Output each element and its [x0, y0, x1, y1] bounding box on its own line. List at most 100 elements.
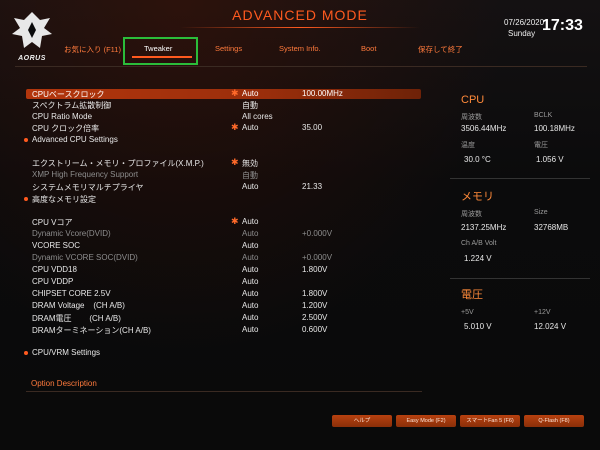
day: Sunday [508, 29, 536, 38]
panel-divider [450, 278, 590, 279]
divider [26, 391, 422, 392]
setting-label: CPU VDDP [32, 277, 74, 286]
tab-boot[interactable]: Boot [361, 44, 376, 53]
setting-label: CPU Vコア [32, 218, 73, 227]
setting-current-value: 2.500V [302, 313, 328, 322]
setting-dynamic-vcore[interactable]: Dynamic Vcore(DVID) Auto +0.000V [26, 229, 421, 239]
clock: 17:33 [542, 17, 583, 34]
setting-vcore-soc[interactable]: VCORE SOC Auto [26, 241, 421, 251]
setting-label: CPU VDD18 [32, 265, 77, 274]
setting-spread-spectrum[interactable]: スペクトラム拡散制御 自動 [26, 100, 421, 110]
setting-value: Auto [242, 217, 259, 226]
setting-label: DRAM Voltage (CH A/B) [32, 301, 125, 310]
help-button[interactable]: ヘルプ [332, 415, 392, 427]
setting-value: Auto [242, 325, 259, 334]
modified-star-icon: ✱ [231, 88, 239, 98]
setting-label: Dynamic VCORE SOC(DVID) [32, 253, 138, 262]
setting-label: Dynamic Vcore(DVID) [32, 229, 111, 238]
modified-star-icon: ✱ [231, 157, 239, 167]
setting-current-value: 1.200V [302, 301, 328, 310]
submenu-bullet-icon [24, 197, 28, 201]
date: 07/26/2020 [504, 18, 545, 27]
setting-label: DRAM電圧 (CH A/B) [32, 314, 121, 323]
setting-value: Auto [242, 313, 259, 322]
tab-system-info[interactable]: System Info. [279, 44, 321, 53]
setting-value: Auto [242, 289, 259, 298]
cpu-volt-value: 1.056 V [536, 155, 564, 164]
setting-current-value: 0.600V [302, 325, 328, 334]
setting-dram-termination[interactable]: DRAMターミネーション(CH A/B) Auto 0.600V [26, 325, 421, 335]
setting-label: VCORE SOC [32, 241, 81, 250]
submenu-advanced-cpu-settings[interactable]: Advanced CPU Settings [24, 135, 421, 145]
setting-value: 自動 [242, 171, 258, 180]
setting-cpu-vddp[interactable]: CPU VDDP Auto [26, 277, 421, 287]
setting-value: Auto [242, 89, 259, 98]
voltage-12v-label: +12V [534, 309, 551, 316]
highlight-box [123, 37, 198, 65]
cpu-volt-label: 電圧 [534, 142, 548, 149]
cpu-temp-label: 温度 [461, 142, 475, 149]
setting-label: 高度なメモリ設定 [32, 195, 96, 204]
memory-size-label: Size [534, 209, 548, 216]
memory-volt-label: Ch A/B Volt [461, 240, 497, 247]
q-flash-button[interactable]: Q-Flash (F8) [524, 415, 584, 427]
setting-chipset-core[interactable]: CHIPSET CORE 2.5V Auto 1.800V [26, 289, 421, 299]
smart-fan-button[interactable]: スマートFan 5 (F6) [460, 415, 520, 427]
setting-label: CPU Ratio Mode [32, 112, 93, 121]
setting-xmp-high-frequency[interactable]: XMP High Frequency Support 自動 [26, 170, 421, 180]
tab-settings[interactable]: Settings [215, 44, 242, 53]
cpu-section-title: CPU [461, 94, 485, 106]
setting-cpu-base-clock[interactable]: CPUベースクロック ✱ Auto 100.00MHz [26, 88, 421, 99]
setting-xmp[interactable]: エクストリーム・メモリ・プロファイル(X.M.P.) ✱ 無効 [26, 157, 421, 168]
setting-label: Advanced CPU Settings [32, 135, 118, 144]
modified-star-icon: ✱ [231, 122, 239, 132]
setting-label: XMP High Frequency Support [32, 170, 139, 179]
setting-cpu-vdd18[interactable]: CPU VDD18 Auto 1.800V [26, 265, 421, 275]
setting-value: Auto [242, 241, 259, 250]
setting-value: Auto [242, 253, 259, 262]
tab-favorites[interactable]: お気に入り (F11) [64, 44, 121, 55]
tab-save-exit[interactable]: 保存して終了 [418, 44, 463, 55]
memory-size-value: 32768MB [534, 223, 569, 232]
voltage-5v-value: 5.010 V [464, 322, 492, 331]
cpu-temp-value: 30.0 °C [464, 155, 491, 164]
setting-dynamic-vcore-soc[interactable]: Dynamic VCORE SOC(DVID) Auto +0.000V [26, 253, 421, 263]
cpu-bclk-label: BCLK [534, 112, 553, 119]
setting-current-value: 100.00MHz [302, 89, 343, 98]
memory-freq-value: 2137.25MHz [461, 223, 507, 232]
voltage-section-title: 電圧 [461, 289, 483, 301]
mode-title-underline [180, 27, 420, 28]
memory-freq-label: 周波数 [461, 211, 482, 218]
submenu-advanced-memory-settings[interactable]: 高度なメモリ設定 [24, 194, 421, 204]
setting-value: 自動 [242, 101, 258, 110]
setting-label: CHIPSET CORE 2.5V [32, 289, 111, 298]
setting-label: CPUベースクロック [32, 90, 105, 99]
setting-cpu-clock-ratio[interactable]: CPU クロック倍率 ✱ Auto 35.00 [26, 122, 421, 133]
easy-mode-button[interactable]: Easy Mode (F2) [396, 415, 456, 427]
setting-value: Auto [242, 182, 259, 191]
setting-value: 無効 [242, 159, 258, 168]
setting-dram-voltage[interactable]: DRAM Voltage (CH A/B) Auto 1.200V [26, 301, 421, 311]
memory-section-title: メモリ [461, 191, 494, 203]
submenu-cpu-vrm-settings[interactable]: CPU/VRM Settings [24, 348, 421, 358]
setting-value: Auto [242, 277, 259, 286]
setting-label: エクストリーム・メモリ・プロファイル(X.M.P.) [32, 159, 204, 168]
setting-label: CPU/VRM Settings [32, 348, 101, 357]
setting-value: All cores [242, 112, 273, 121]
setting-dram-vpp[interactable]: DRAM電圧 (CH A/B) Auto 2.500V [26, 313, 421, 323]
setting-cpu-ratio-mode[interactable]: CPU Ratio Mode All cores [26, 112, 421, 122]
setting-cpu-vcore[interactable]: CPU Vコア ✱ Auto [26, 216, 421, 227]
memory-volt-value: 1.224 V [464, 254, 492, 263]
setting-label: スペクトラム拡散制御 [32, 101, 112, 110]
setting-current-value: 35.00 [302, 123, 323, 132]
submenu-bullet-icon [24, 351, 28, 355]
setting-memory-multiplier[interactable]: システムメモリマルチプライヤ Auto 21.33 [26, 182, 421, 192]
setting-current-value: 21.33 [302, 182, 323, 191]
setting-value: Auto [242, 265, 259, 274]
panel-divider [450, 178, 590, 179]
divider [15, 66, 587, 67]
setting-current-value: 1.800V [302, 265, 328, 274]
option-description-title: Option Description [31, 379, 97, 388]
tab-bar: お気に入り (F11) Tweaker Settings System Info… [0, 44, 600, 58]
setting-value: Auto [242, 123, 259, 132]
